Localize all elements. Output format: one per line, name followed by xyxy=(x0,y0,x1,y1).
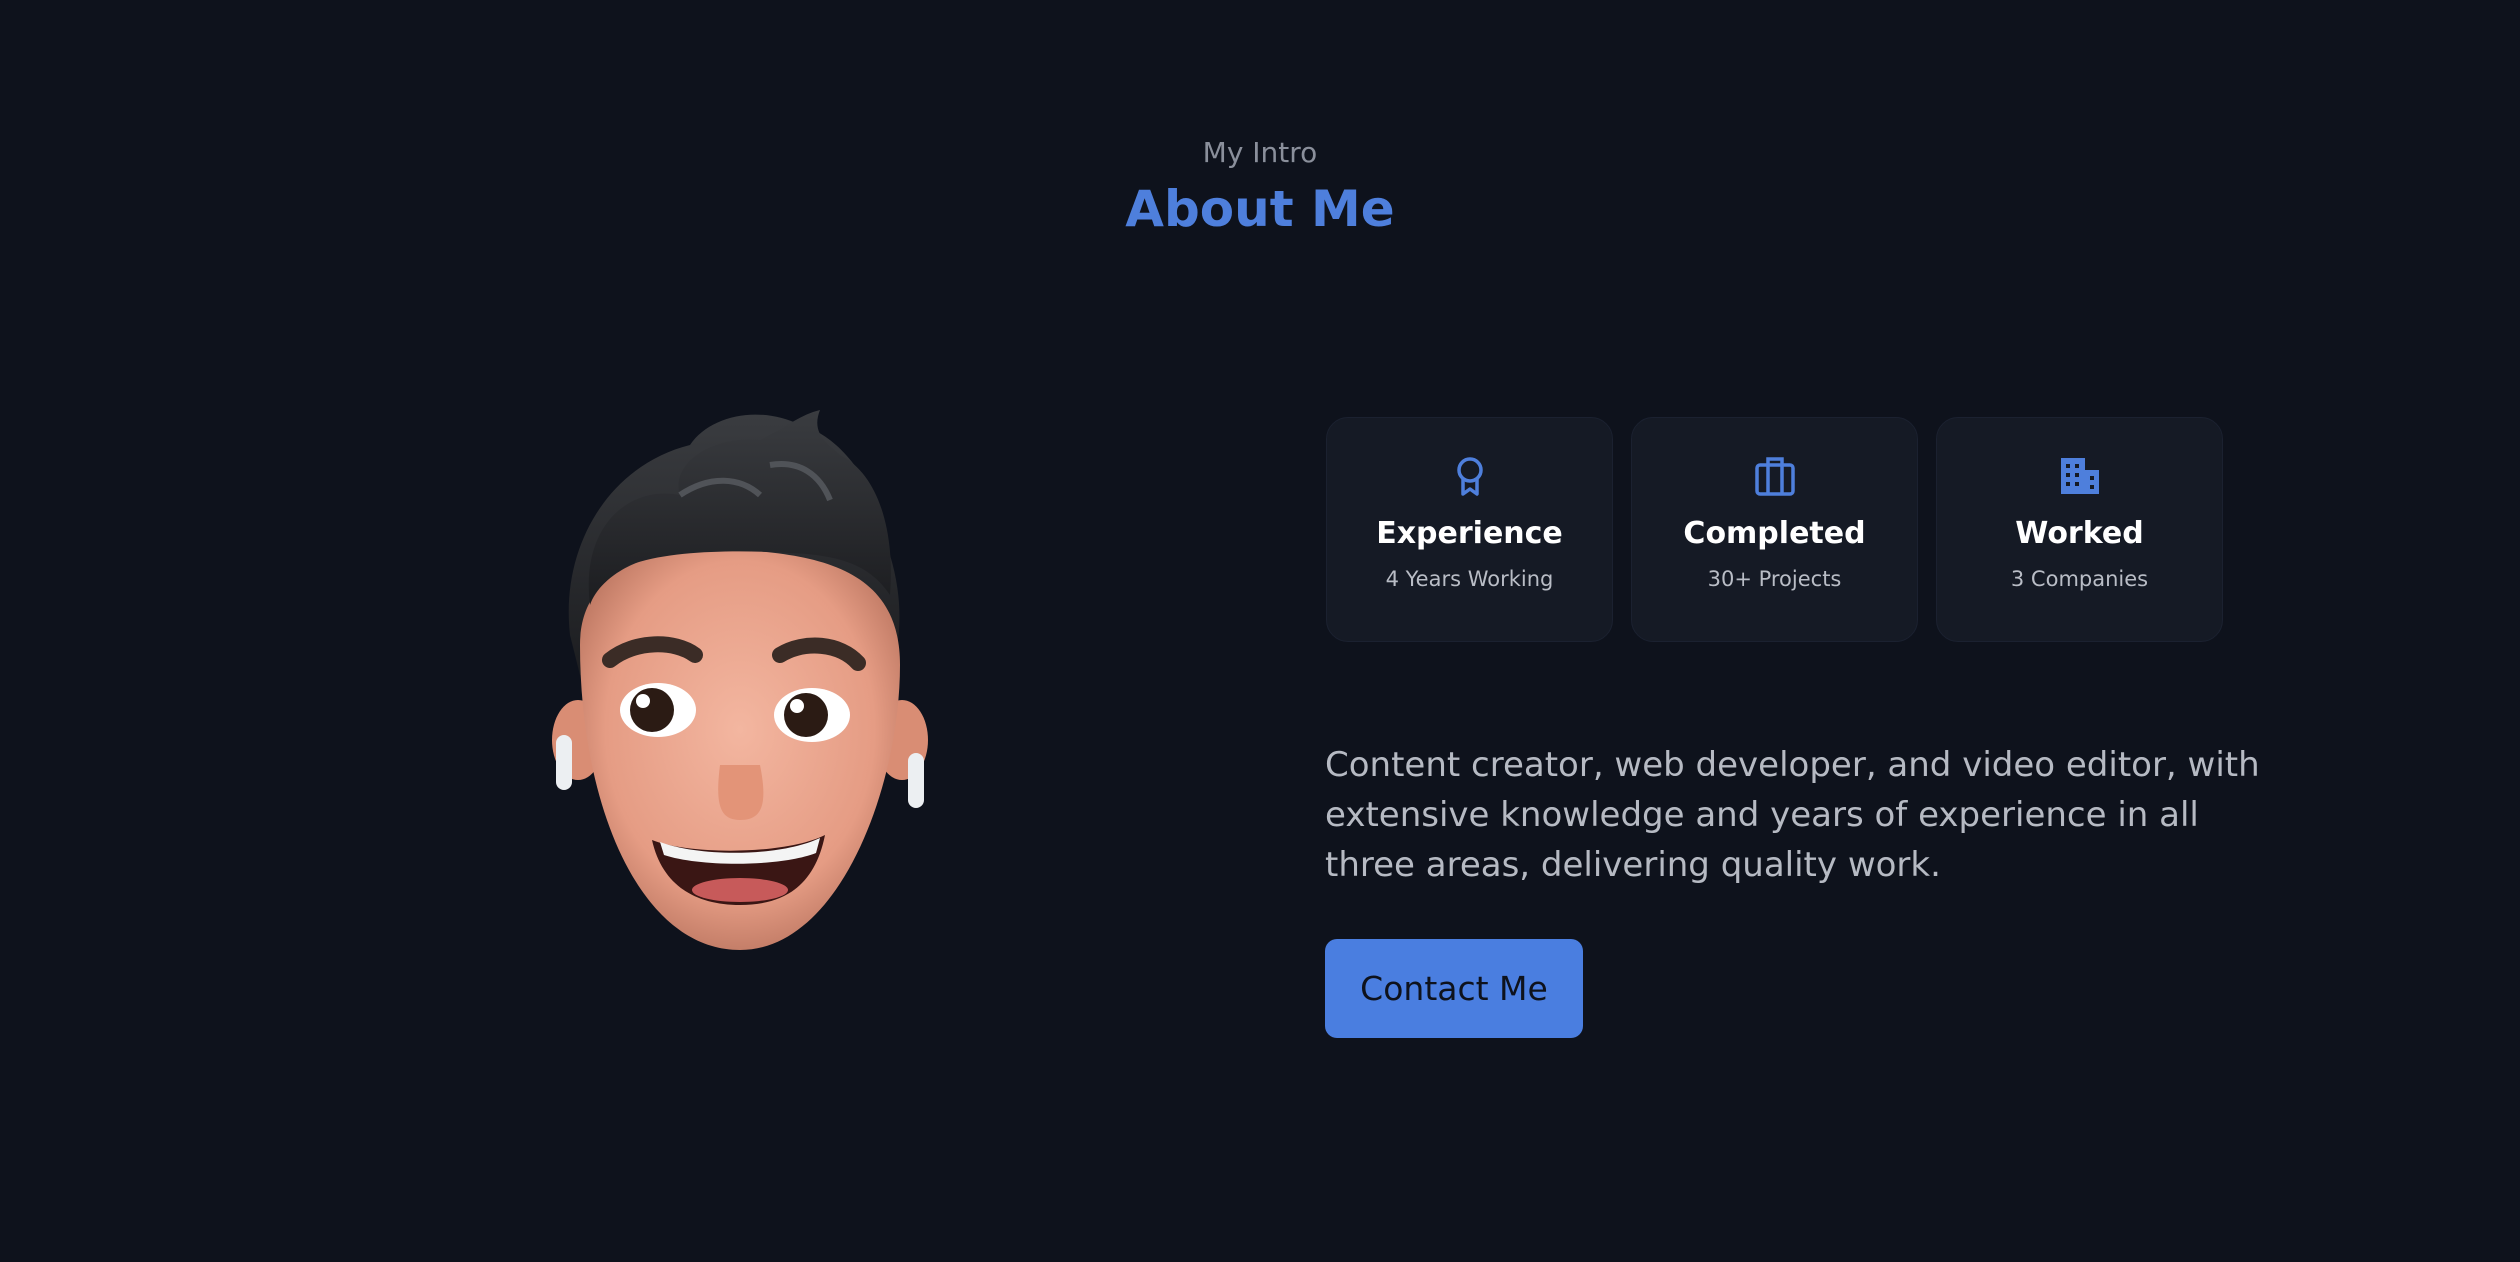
stats-cards: Experience 4 Years Working Completed 30+… xyxy=(1326,417,2223,642)
stat-card-experience: Experience 4 Years Working xyxy=(1326,417,1613,642)
contact-me-button[interactable]: Contact Me xyxy=(1325,939,1583,1038)
stat-card-title: Experience xyxy=(1376,516,1563,551)
section-title: About Me xyxy=(1125,180,1395,238)
building-icon xyxy=(2060,458,2099,494)
memoji-avatar xyxy=(552,410,928,950)
award-icon xyxy=(1456,457,1483,496)
stat-card-worked: Worked 3 Companies xyxy=(1936,417,2223,642)
stat-card-title: Completed xyxy=(1683,516,1866,551)
stat-card-title: Worked xyxy=(2015,516,2144,551)
briefcase-icon xyxy=(1754,457,1795,496)
stat-card-subtitle: 4 Years Working xyxy=(1385,567,1554,591)
stat-card-subtitle: 3 Companies xyxy=(2010,567,2149,591)
stat-card-subtitle: 30+ Projects xyxy=(1707,567,1842,591)
about-description: Content creator, web developer, and vide… xyxy=(1325,745,2260,885)
section-subtitle: My Intro xyxy=(1202,136,1318,169)
stat-card-completed: Completed 30+ Projects xyxy=(1631,417,1918,642)
about-section: My Intro About Me Experience 4 Years Wor… xyxy=(0,0,2520,1262)
